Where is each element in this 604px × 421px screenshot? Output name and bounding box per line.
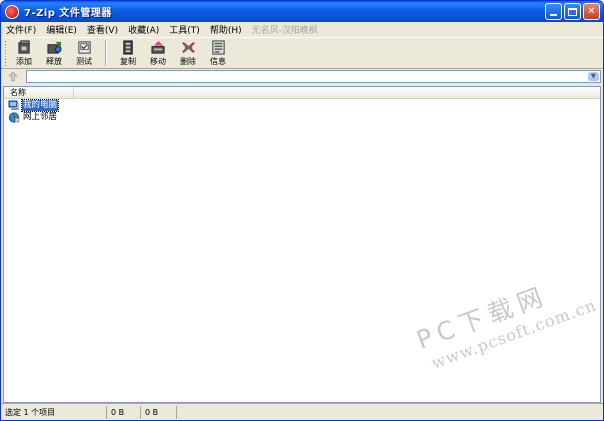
up-folder-button[interactable] [5,70,21,83]
test-icon [77,41,91,54]
status-bar: 选定 1 个项目 0 B 0 B [1,403,603,420]
app-window: 7-Zip 文件管理器 ✕ 文件(F) 编辑(E) 查看(V) 收藏(A) 工具… [0,0,604,421]
close-button[interactable]: ✕ [583,3,600,20]
status-extra [177,406,603,419]
column-header-name[interactable]: 名称 [4,87,74,98]
menu-tools[interactable]: 工具(T) [164,23,205,36]
menu-bar: 文件(F) 编辑(E) 查看(V) 收藏(A) 工具(T) 帮助(H) 无名风-… [1,22,603,37]
copy-icon [122,40,133,55]
extract-icon [46,41,62,54]
maximize-button[interactable] [564,3,581,20]
menu-favorites[interactable]: 收藏(A) [123,23,164,36]
address-input[interactable]: ▼ [26,70,601,83]
extract-label: 释放 [46,57,62,66]
toolbar-separator [105,40,107,66]
info-label: 信息 [210,57,226,66]
info-icon [211,40,225,55]
status-selection: 选定 1 个项目 [1,405,107,419]
close-icon: ✕ [587,5,596,17]
list-item-label: 网上邻居 [23,111,58,122]
copy-label: 复制 [120,57,136,66]
extract-button[interactable]: 释放 [39,38,69,68]
test-label: 测试 [76,57,92,66]
address-bar: ▼ [1,69,603,84]
add-label: 添加 [16,57,32,66]
menu-edit[interactable]: 编辑(E) [41,23,82,36]
minimize-icon [550,13,557,16]
move-icon [150,40,165,54]
title-bar[interactable]: 7-Zip 文件管理器 ✕ [1,1,603,22]
menu-file[interactable]: 文件(F) [1,23,41,36]
status-packed-size: 0 B [141,405,177,419]
window-controls: ✕ [545,3,600,20]
delete-button[interactable]: 删除 [173,38,203,68]
list-item-label: 我的电脑 [20,98,60,112]
minimize-button[interactable] [545,3,562,20]
menu-help[interactable]: 帮助(H) [205,23,247,36]
chevron-down-icon: ▼ [590,72,597,80]
menu-watermark-text: 无名风-汉阳晚枫 [251,26,318,36]
test-button[interactable]: 测试 [69,38,99,68]
menu-view[interactable]: 查看(V) [82,23,123,36]
file-list[interactable]: 名称 我的电脑 网上邻居 [3,86,601,403]
delete-icon [181,41,195,54]
list-header: 名称 [4,87,600,99]
add-button[interactable]: 添加 [9,38,39,68]
window-title: 7-Zip 文件管理器 [24,8,112,19]
list-item[interactable]: 网上邻居 [4,111,600,123]
move-label: 移动 [150,57,166,66]
network-icon [8,111,20,123]
status-size: 0 B [107,405,141,419]
address-dropdown-button[interactable]: ▼ [588,72,599,81]
maximize-icon [568,7,577,16]
up-arrow-icon [8,71,18,82]
computer-icon [8,100,19,110]
app-icon[interactable] [5,4,19,19]
list-item[interactable]: 我的电脑 [4,98,600,112]
info-button[interactable]: 信息 [203,38,233,68]
toolbar-grip[interactable] [4,40,7,66]
copy-button[interactable]: 复制 [113,38,143,68]
delete-label: 删除 [180,57,196,66]
toolbar: 添加 释放 测试 复制 移动 删除 信息 [1,37,603,69]
move-button[interactable]: 移动 [143,38,173,68]
add-icon [17,40,30,54]
